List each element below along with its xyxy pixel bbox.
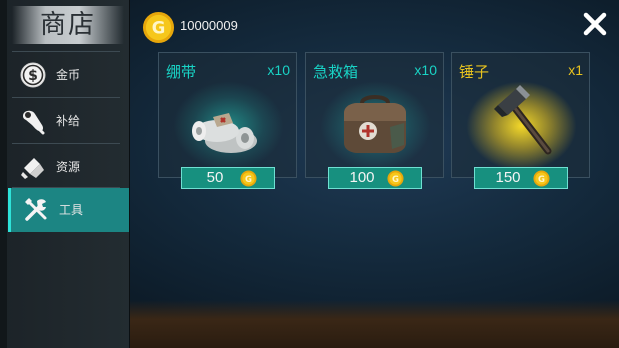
sidebar-item-gold[interactable]: $ 金币	[8, 53, 129, 97]
dollar-icon: $	[20, 62, 46, 88]
buy-button[interactable]: 150 G	[474, 167, 568, 189]
hammer-icon	[494, 85, 552, 155]
item-quantity: x10	[414, 62, 437, 78]
sidebar-edge	[0, 0, 7, 348]
buy-button[interactable]: 50 G	[181, 167, 275, 189]
item-name: 急救箱	[313, 64, 359, 81]
sidebar: 商店 $ 金币 补给 资源 工具	[0, 0, 130, 348]
item-price: 150	[495, 169, 521, 186]
page-title: 商店	[39, 10, 96, 40]
sidebar-item-label: 工具	[59, 203, 84, 217]
shop-item-card[interactable]: 绷带 x10 50 G	[158, 52, 297, 189]
tools-icon	[25, 198, 47, 221]
gold-coin-icon: G	[142, 11, 175, 44]
first-aid-kit-icon	[344, 95, 406, 153]
item-price: 100	[349, 169, 375, 186]
sidebar-item-tools[interactable]: 工具	[8, 188, 129, 232]
coin-balance: 10000009	[180, 18, 238, 33]
gold-coin-icon: G	[533, 170, 550, 187]
svg-text:G: G	[538, 175, 545, 185]
sidebar-item-label: 金币	[56, 68, 81, 82]
svg-text:G: G	[152, 18, 166, 37]
materials-icon	[21, 158, 44, 179]
meat-icon	[23, 110, 45, 135]
svg-text:G: G	[392, 175, 399, 185]
sidebar-item-supply[interactable]: 补给	[8, 99, 129, 143]
item-quantity: x10	[267, 62, 290, 78]
sidebar-item-label: 资源	[56, 160, 81, 174]
shop-screen: 商店 $ 金币 补给 资源 工具 G 10000009 绷带 x10 50 G …	[0, 0, 619, 348]
shop-item-card[interactable]: 急救箱 x10 100 G	[305, 52, 444, 189]
buy-button[interactable]: 100 G	[328, 167, 422, 189]
bandage-icon	[192, 113, 257, 153]
divider	[12, 51, 120, 52]
background-floor	[128, 300, 619, 348]
divider	[12, 97, 120, 98]
svg-text:$: $	[28, 68, 38, 84]
svg-text:G: G	[245, 175, 252, 185]
gold-coin-icon: G	[387, 170, 404, 187]
sidebar-item-label: 补给	[56, 114, 81, 128]
divider	[12, 143, 120, 144]
item-price: 50	[206, 169, 224, 186]
item-name: 锤子	[459, 64, 490, 81]
item-name: 绷带	[166, 64, 197, 81]
gold-coin-icon: G	[240, 170, 257, 187]
shop-item-card[interactable]: 锤子 x1 150 G	[451, 52, 590, 189]
sidebar-item-resources[interactable]: 资源	[8, 145, 129, 189]
item-quantity: x1	[568, 62, 583, 78]
close-icon[interactable]	[580, 9, 610, 39]
